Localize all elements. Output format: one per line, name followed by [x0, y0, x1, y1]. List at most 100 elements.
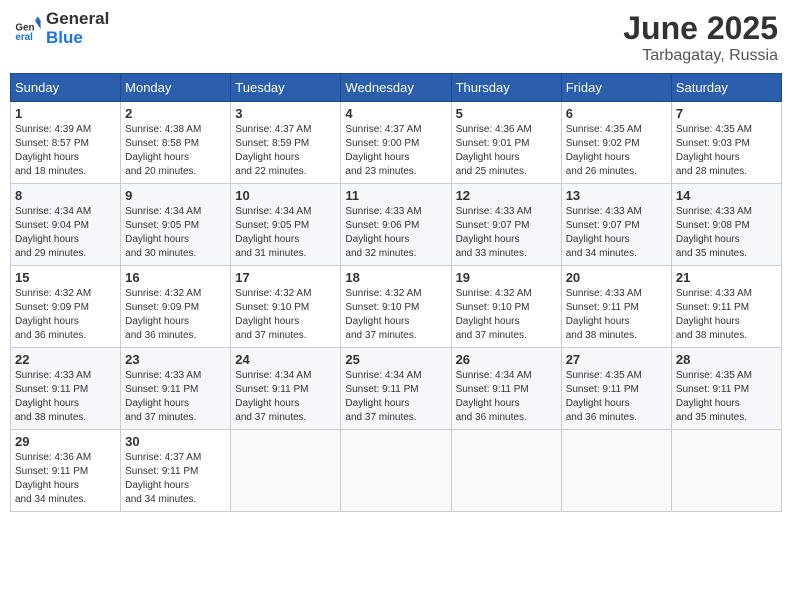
day-number: 22 — [15, 352, 116, 367]
day-content: Sunrise: 4:39 AM Sunset: 8:57 PM Dayligh… — [15, 123, 116, 179]
day-number: 24 — [235, 352, 336, 367]
day-content: Sunrise: 4:35 AM Sunset: 9:11 PM Dayligh… — [566, 369, 667, 425]
logo-general: General — [46, 10, 109, 29]
day-content: Sunrise: 4:32 AM Sunset: 9:09 PM Dayligh… — [15, 287, 116, 343]
day-number: 9 — [125, 188, 226, 203]
day-content: Sunrise: 4:37 AM Sunset: 9:11 PM Dayligh… — [125, 451, 226, 507]
day-content: Sunrise: 4:33 AM Sunset: 9:07 PM Dayligh… — [566, 205, 667, 261]
day-content: Sunrise: 4:34 AM Sunset: 9:11 PM Dayligh… — [345, 369, 446, 425]
column-header-sunday: Sunday — [11, 74, 121, 102]
calendar-cell: 1 Sunrise: 4:39 AM Sunset: 8:57 PM Dayli… — [11, 102, 121, 184]
day-number: 29 — [15, 434, 116, 449]
day-number: 30 — [125, 434, 226, 449]
day-content: Sunrise: 4:35 AM Sunset: 9:02 PM Dayligh… — [566, 123, 667, 179]
calendar-cell: 24 Sunrise: 4:34 AM Sunset: 9:11 PM Dayl… — [231, 348, 341, 430]
calendar-cell: 27 Sunrise: 4:35 AM Sunset: 9:11 PM Dayl… — [561, 348, 671, 430]
day-content: Sunrise: 4:32 AM Sunset: 9:10 PM Dayligh… — [456, 287, 557, 343]
calendar-cell: 5 Sunrise: 4:36 AM Sunset: 9:01 PM Dayli… — [451, 102, 561, 184]
calendar-week-row: 22 Sunrise: 4:33 AM Sunset: 9:11 PM Dayl… — [11, 348, 782, 430]
calendar-cell — [671, 430, 781, 512]
day-number: 10 — [235, 188, 336, 203]
day-number: 1 — [15, 106, 116, 121]
day-number: 13 — [566, 188, 667, 203]
svg-text:eral: eral — [15, 32, 33, 43]
calendar-table: SundayMondayTuesdayWednesdayThursdayFrid… — [10, 73, 782, 512]
calendar-cell: 9 Sunrise: 4:34 AM Sunset: 9:05 PM Dayli… — [121, 184, 231, 266]
calendar-cell: 8 Sunrise: 4:34 AM Sunset: 9:04 PM Dayli… — [11, 184, 121, 266]
day-content: Sunrise: 4:36 AM Sunset: 9:01 PM Dayligh… — [456, 123, 557, 179]
day-content: Sunrise: 4:36 AM Sunset: 9:11 PM Dayligh… — [15, 451, 116, 507]
calendar-cell: 29 Sunrise: 4:36 AM Sunset: 9:11 PM Dayl… — [11, 430, 121, 512]
calendar-cell: 3 Sunrise: 4:37 AM Sunset: 8:59 PM Dayli… — [231, 102, 341, 184]
calendar-cell: 22 Sunrise: 4:33 AM Sunset: 9:11 PM Dayl… — [11, 348, 121, 430]
day-number: 15 — [15, 270, 116, 285]
column-header-saturday: Saturday — [671, 74, 781, 102]
day-content: Sunrise: 4:34 AM Sunset: 9:11 PM Dayligh… — [456, 369, 557, 425]
calendar-cell: 25 Sunrise: 4:34 AM Sunset: 9:11 PM Dayl… — [341, 348, 451, 430]
column-header-thursday: Thursday — [451, 74, 561, 102]
calendar-cell: 16 Sunrise: 4:32 AM Sunset: 9:09 PM Dayl… — [121, 266, 231, 348]
day-number: 26 — [456, 352, 557, 367]
day-content: Sunrise: 4:33 AM Sunset: 9:06 PM Dayligh… — [345, 205, 446, 261]
calendar-week-row: 8 Sunrise: 4:34 AM Sunset: 9:04 PM Dayli… — [11, 184, 782, 266]
calendar-cell: 19 Sunrise: 4:32 AM Sunset: 9:10 PM Dayl… — [451, 266, 561, 348]
calendar-cell — [231, 430, 341, 512]
day-number: 19 — [456, 270, 557, 285]
calendar-cell: 11 Sunrise: 4:33 AM Sunset: 9:06 PM Dayl… — [341, 184, 451, 266]
column-header-friday: Friday — [561, 74, 671, 102]
calendar-cell: 14 Sunrise: 4:33 AM Sunset: 9:08 PM Dayl… — [671, 184, 781, 266]
location-subtitle: Tarbagatay, Russia — [623, 47, 778, 65]
day-content: Sunrise: 4:32 AM Sunset: 9:10 PM Dayligh… — [345, 287, 446, 343]
day-number: 14 — [676, 188, 777, 203]
day-number: 11 — [345, 188, 446, 203]
day-number: 12 — [456, 188, 557, 203]
day-content: Sunrise: 4:34 AM Sunset: 9:05 PM Dayligh… — [125, 205, 226, 261]
day-content: Sunrise: 4:34 AM Sunset: 9:11 PM Dayligh… — [235, 369, 336, 425]
calendar-cell: 13 Sunrise: 4:33 AM Sunset: 9:07 PM Dayl… — [561, 184, 671, 266]
day-content: Sunrise: 4:38 AM Sunset: 8:58 PM Dayligh… — [125, 123, 226, 179]
calendar-cell: 6 Sunrise: 4:35 AM Sunset: 9:02 PM Dayli… — [561, 102, 671, 184]
column-header-monday: Monday — [121, 74, 231, 102]
calendar-cell: 10 Sunrise: 4:34 AM Sunset: 9:05 PM Dayl… — [231, 184, 341, 266]
column-header-tuesday: Tuesday — [231, 74, 341, 102]
day-number: 3 — [235, 106, 336, 121]
day-content: Sunrise: 4:33 AM Sunset: 9:07 PM Dayligh… — [456, 205, 557, 261]
calendar-header-row: SundayMondayTuesdayWednesdayThursdayFrid… — [11, 74, 782, 102]
day-content: Sunrise: 4:33 AM Sunset: 9:11 PM Dayligh… — [15, 369, 116, 425]
title-area: June 2025 Tarbagatay, Russia — [623, 10, 778, 65]
day-number: 27 — [566, 352, 667, 367]
day-content: Sunrise: 4:33 AM Sunset: 9:11 PM Dayligh… — [676, 287, 777, 343]
calendar-cell: 23 Sunrise: 4:33 AM Sunset: 9:11 PM Dayl… — [121, 348, 231, 430]
calendar-cell: 17 Sunrise: 4:32 AM Sunset: 9:10 PM Dayl… — [231, 266, 341, 348]
calendar-cell: 15 Sunrise: 4:32 AM Sunset: 9:09 PM Dayl… — [11, 266, 121, 348]
day-number: 8 — [15, 188, 116, 203]
day-content: Sunrise: 4:35 AM Sunset: 9:03 PM Dayligh… — [676, 123, 777, 179]
calendar-cell: 7 Sunrise: 4:35 AM Sunset: 9:03 PM Dayli… — [671, 102, 781, 184]
day-number: 6 — [566, 106, 667, 121]
day-number: 7 — [676, 106, 777, 121]
calendar-cell: 18 Sunrise: 4:32 AM Sunset: 9:10 PM Dayl… — [341, 266, 451, 348]
day-content: Sunrise: 4:33 AM Sunset: 9:11 PM Dayligh… — [566, 287, 667, 343]
day-content: Sunrise: 4:32 AM Sunset: 9:10 PM Dayligh… — [235, 287, 336, 343]
calendar-cell: 20 Sunrise: 4:33 AM Sunset: 9:11 PM Dayl… — [561, 266, 671, 348]
day-number: 28 — [676, 352, 777, 367]
calendar-cell: 4 Sunrise: 4:37 AM Sunset: 9:00 PM Dayli… — [341, 102, 451, 184]
day-number: 16 — [125, 270, 226, 285]
calendar-cell: 30 Sunrise: 4:37 AM Sunset: 9:11 PM Dayl… — [121, 430, 231, 512]
day-number: 25 — [345, 352, 446, 367]
day-content: Sunrise: 4:34 AM Sunset: 9:05 PM Dayligh… — [235, 205, 336, 261]
day-number: 20 — [566, 270, 667, 285]
day-number: 4 — [345, 106, 446, 121]
day-number: 23 — [125, 352, 226, 367]
calendar-week-row: 1 Sunrise: 4:39 AM Sunset: 8:57 PM Dayli… — [11, 102, 782, 184]
logo-blue: Blue — [46, 29, 109, 48]
calendar-cell: 12 Sunrise: 4:33 AM Sunset: 9:07 PM Dayl… — [451, 184, 561, 266]
day-content: Sunrise: 4:37 AM Sunset: 8:59 PM Dayligh… — [235, 123, 336, 179]
day-number: 5 — [456, 106, 557, 121]
column-header-wednesday: Wednesday — [341, 74, 451, 102]
day-content: Sunrise: 4:37 AM Sunset: 9:00 PM Dayligh… — [345, 123, 446, 179]
calendar-cell: 28 Sunrise: 4:35 AM Sunset: 9:11 PM Dayl… — [671, 348, 781, 430]
day-content: Sunrise: 4:34 AM Sunset: 9:04 PM Dayligh… — [15, 205, 116, 261]
day-content: Sunrise: 4:33 AM Sunset: 9:08 PM Dayligh… — [676, 205, 777, 261]
day-content: Sunrise: 4:33 AM Sunset: 9:11 PM Dayligh… — [125, 369, 226, 425]
